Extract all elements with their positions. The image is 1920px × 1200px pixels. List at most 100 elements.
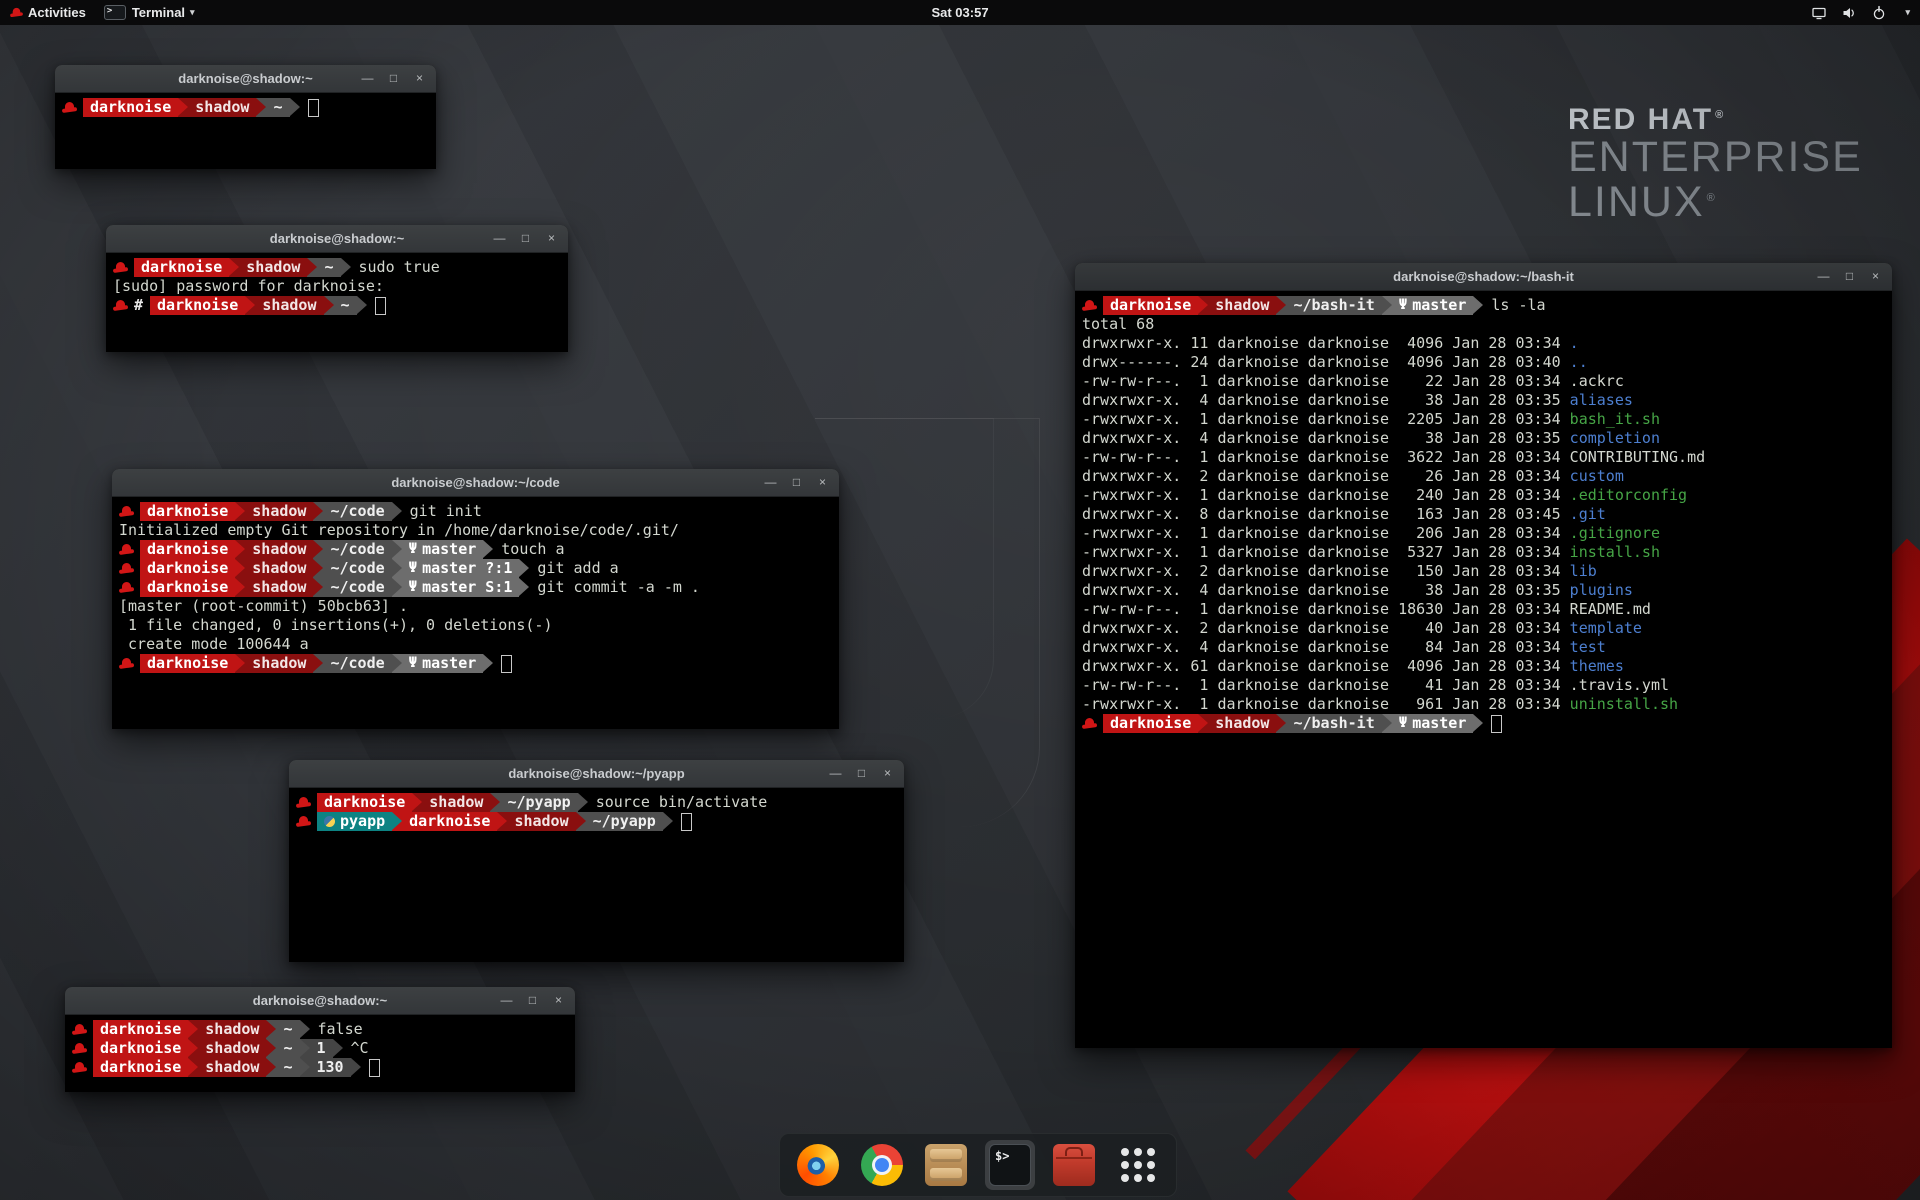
powerline-separator [188, 1058, 198, 1077]
terminal-content[interactable]: darknoiseshadow~/pyappsource bin/activat… [289, 788, 904, 962]
close-button[interactable]: × [552, 987, 565, 1014]
prompt-segment-host: shadow [188, 98, 256, 117]
prompt-segment-user: darknoise [317, 793, 412, 812]
minimize-button[interactable]: — [829, 760, 842, 787]
window-title: darknoise@shadow:~/bash-it [1075, 269, 1892, 284]
powerline-separator [235, 540, 245, 559]
window-titlebar[interactable]: darknoise@shadow:~—□× [106, 225, 568, 253]
maximize-button[interactable]: □ [790, 469, 803, 496]
window-controls: — □ × [493, 225, 568, 252]
terminal-output-line: create mode 100644 a [119, 635, 832, 654]
chrome-icon [861, 1144, 903, 1186]
ls-columns: drwxrwxr-x. 4 darknoise darknoise 84 Jan… [1082, 638, 1570, 657]
terminal-window[interactable]: darknoise@shadow:~—□×darknoiseshadow~sud… [106, 225, 568, 352]
grid-dot [1121, 1148, 1129, 1156]
terminal-content[interactable]: darknoiseshadow~/bash-itΨmasterls -latot… [1075, 291, 1892, 1048]
file-name: .travis.yml [1570, 676, 1669, 695]
terminal-content[interactable]: darknoiseshadow~sudo true[sudo] password… [106, 253, 568, 352]
window-titlebar[interactable]: darknoise@shadow:~/bash-it— □ × [1075, 263, 1892, 291]
minimize-button[interactable]: — [500, 987, 513, 1014]
grid-dot [1121, 1161, 1129, 1169]
maximize-button[interactable]: □ [387, 65, 400, 92]
close-button[interactable]: × [1869, 263, 1882, 290]
file-name: template [1570, 619, 1642, 638]
terminal-cursor [369, 1059, 380, 1077]
terminal-line: -rwxrwxr-x. 1 darknoise darknoise 240 Ja… [1082, 486, 1885, 505]
ls-columns: drwxrwxr-x. 4 darknoise darknoise 38 Jan… [1082, 581, 1570, 600]
windows-layer: darknoise@shadow:~—□×darknoiseshadow~dar… [0, 0, 1920, 1200]
terminal-cursor [375, 297, 386, 315]
clock[interactable]: Sat 03:57 [0, 5, 1920, 20]
powerline-separator [578, 793, 588, 812]
maximize-button[interactable]: □ [1843, 263, 1856, 290]
prompt-segment-host: shadow [245, 540, 313, 559]
power-icon[interactable] [1870, 4, 1887, 21]
prompt-segment-git: Ψmaster [402, 654, 484, 673]
window-titlebar[interactable]: darknoise@shadow:~—□× [55, 65, 436, 93]
terminal-content[interactable]: darknoiseshadow~ [55, 93, 436, 169]
maximize-button[interactable]: □ [519, 225, 532, 252]
ls-columns: drwxrwxr-x. 4 darknoise darknoise 38 Jan… [1082, 391, 1570, 410]
ls-columns: drwxrwxr-x. 2 darknoise darknoise 26 Jan… [1082, 467, 1570, 486]
powerline-separator [266, 1039, 276, 1058]
dock-item-toolbox[interactable] [1049, 1140, 1099, 1190]
prompt-segment-path: ~ [334, 296, 357, 315]
prompt-segment-user: darknoise [150, 296, 245, 315]
terminal-output-line: total 68 [1082, 315, 1885, 334]
terminal-line: darknoiseshadow~/codeΨmaster S:1git comm… [119, 578, 832, 597]
powerline-separator [300, 1039, 310, 1058]
volume-icon[interactable] [1840, 4, 1857, 21]
prompt-segment-user: darknoise [93, 1020, 188, 1039]
minimize-button[interactable]: — [361, 65, 374, 92]
window-titlebar[interactable]: darknoise@shadow:~— □ × [65, 987, 575, 1015]
window-titlebar[interactable]: darknoise@shadow:~/code—□× [112, 469, 839, 497]
redhat-prompt-icon [296, 797, 311, 809]
dock-item-apps[interactable] [1113, 1140, 1163, 1190]
dock-item-terminal[interactable]: $> [985, 1140, 1035, 1190]
prompt-segment-user: darknoise [140, 578, 235, 597]
prompt-segment-host: shadow [245, 502, 313, 521]
display-icon[interactable] [1810, 4, 1827, 21]
command-text: touch a [501, 540, 564, 559]
maximize-button[interactable]: □ [855, 760, 868, 787]
powerline-separator [178, 98, 188, 117]
redhat-prompt-icon [72, 1043, 87, 1055]
ls-columns: drwxrwxr-x. 2 darknoise darknoise 150 Ja… [1082, 562, 1570, 581]
dock-item-firefox[interactable] [793, 1140, 843, 1190]
terminal-window[interactable]: darknoise@shadow:~— □ ×darknoiseshadow~fal… [65, 987, 575, 1092]
terminal-window[interactable]: darknoise@shadow:~/bash-it— □ ×darknoisesh… [1075, 263, 1892, 1048]
maximize-button[interactable]: □ [526, 987, 539, 1014]
terminal-line: pyappdarknoiseshadow~/pyapp [296, 812, 897, 831]
terminal-line: darknoiseshadow~/codeΨmaster ?:1git add … [119, 559, 832, 578]
terminal-content[interactable]: darknoiseshadow~/codegit initInitialized… [112, 497, 839, 729]
terminal-line: darknoiseshadow~130 [72, 1058, 568, 1077]
terminal-window[interactable]: darknoise@shadow:~—□×darknoiseshadow~ [55, 65, 436, 169]
window-title: darknoise@shadow:~ [65, 993, 575, 1008]
top-bar: Activities > Terminal ▾ Sat 03:57 ▾ [0, 0, 1920, 25]
ls-columns: drwxrwxr-x. 4 darknoise darknoise 38 Jan… [1082, 429, 1570, 448]
terminal-line: drwxrwxr-x. 4 darknoise darknoise 84 Jan… [1082, 638, 1885, 657]
window-titlebar[interactable]: darknoise@shadow:~/pyapp—□× [289, 760, 904, 788]
terminal-content[interactable]: darknoiseshadow~falsedarknoiseshadow~1^C… [65, 1015, 575, 1092]
command-text: git commit -a -m . [537, 578, 700, 597]
minimize-button[interactable]: — [493, 225, 506, 252]
prompt-segment-host: shadow [239, 258, 307, 277]
powerline-separator [266, 1058, 276, 1077]
close-button[interactable]: × [413, 65, 426, 92]
minimize-button[interactable]: — [1817, 263, 1830, 290]
file-name: themes [1570, 657, 1624, 676]
terminal-window[interactable]: darknoise@shadow:~/code—□×darknoiseshado… [112, 469, 839, 729]
powerline-separator [313, 654, 323, 673]
dock-item-chrome[interactable] [857, 1140, 907, 1190]
close-button[interactable]: × [545, 225, 558, 252]
close-button[interactable]: × [816, 469, 829, 496]
terminal-window[interactable]: darknoise@shadow:~/pyapp—□×darknoiseshad… [289, 760, 904, 962]
file-name: .. [1570, 353, 1588, 372]
minimize-button[interactable]: — [764, 469, 777, 496]
close-button[interactable]: × [881, 760, 894, 787]
prompt-segment-user: darknoise [1103, 296, 1198, 315]
powerline-separator [519, 578, 529, 597]
ls-columns: drwxrwxr-x. 2 darknoise darknoise 40 Jan… [1082, 619, 1570, 638]
dock-item-files[interactable] [921, 1140, 971, 1190]
chevron-down-icon[interactable]: ▾ [1905, 7, 1910, 18]
